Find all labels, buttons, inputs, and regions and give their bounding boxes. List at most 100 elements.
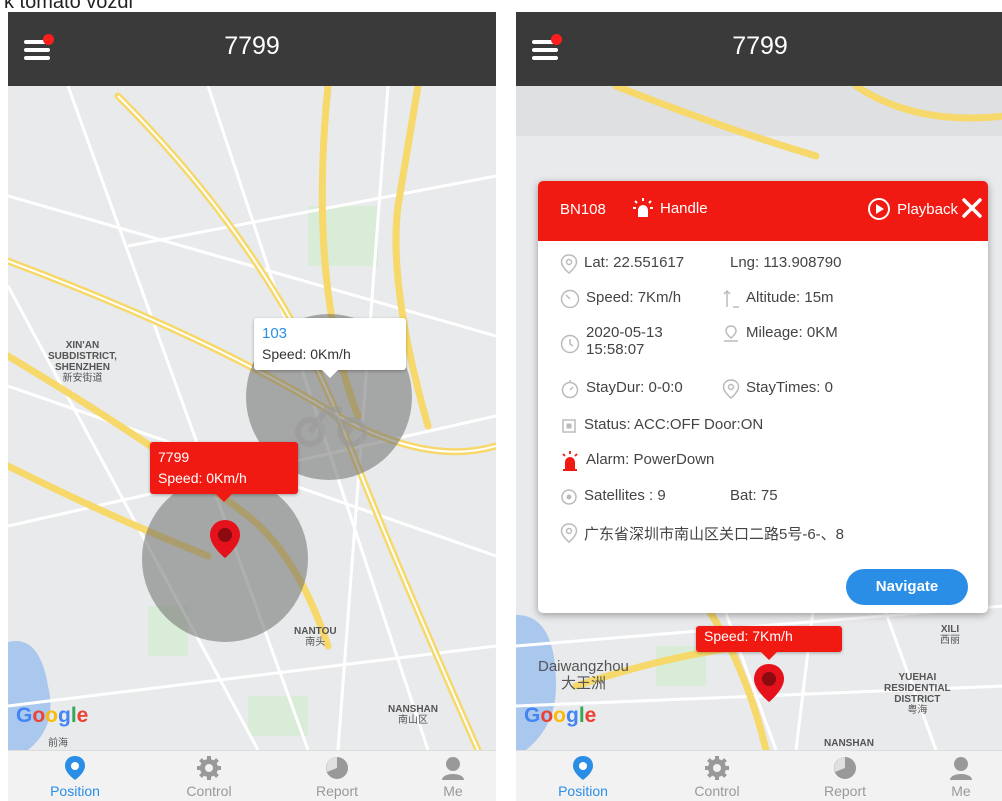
vehicle-name: 103 bbox=[262, 325, 288, 342]
place-text: NANTOU bbox=[294, 626, 337, 637]
nav-me[interactable]: Me bbox=[916, 755, 1002, 799]
staytimes-value: StayTimes: 0 bbox=[746, 379, 833, 396]
date-value: 2020-05-13 bbox=[586, 324, 663, 341]
battery-value: Bat: 75 bbox=[730, 487, 778, 504]
nav-report[interactable]: Report bbox=[800, 755, 890, 799]
nav-label: Me bbox=[951, 783, 971, 799]
vehicle-speed: Speed: 0Km/h bbox=[262, 346, 351, 362]
vehicle-popup-7799[interactable]: Speed: 7Km/h bbox=[696, 626, 842, 660]
pie-chart-icon bbox=[834, 757, 856, 779]
place-label-xinan: XIN'AN SUBDISTRICT, SHENZHEN 新安街道 bbox=[48, 340, 117, 384]
location-marker-icon[interactable] bbox=[208, 518, 242, 560]
playback-button[interactable]: Playback bbox=[867, 197, 958, 221]
time-value: 15:58:07 bbox=[586, 341, 645, 358]
mileage-value: Mileage: 0KM bbox=[746, 324, 838, 341]
navigate-button[interactable]: Navigate bbox=[846, 569, 968, 605]
altitude-icon bbox=[723, 289, 739, 308]
place-text: NANSHAN bbox=[824, 738, 874, 749]
info-battery: Bat: 75 bbox=[730, 487, 778, 504]
google-logo: Google bbox=[524, 704, 597, 727]
info-address: 广东省深圳市南山区关口二路5号-6-、8 bbox=[560, 523, 844, 544]
place-text: NANSHAN bbox=[388, 704, 438, 715]
vehicle-speed: Speed: 0Km/h bbox=[158, 470, 247, 486]
top-bar: 7799 bbox=[516, 12, 1002, 86]
location-pin-icon bbox=[560, 254, 578, 274]
satellites-value: Satellites : 9 bbox=[584, 487, 666, 504]
alarm-light-icon bbox=[562, 451, 578, 471]
left-phone-screen: 7799 XIN'AN SUBDISTRICT, SHENZHEN 新安街道 N… bbox=[8, 12, 496, 801]
info-staytimes: StayTimes: 0 bbox=[722, 379, 833, 399]
mileage-pin-icon bbox=[724, 325, 738, 342]
staydur-value: StayDur: 0-0:0 bbox=[586, 379, 683, 396]
place-text-cn: 前海 bbox=[48, 738, 68, 749]
device-name: BN108 bbox=[560, 201, 606, 218]
popup-header: BN108 Handle Playback bbox=[538, 181, 988, 241]
vehicle-speed: Speed: 7Km/h bbox=[704, 628, 793, 644]
info-status: Status: ACC:OFF Door:ON bbox=[560, 416, 763, 436]
alarm-light-icon bbox=[633, 198, 653, 217]
vehicle-name: 7799 bbox=[158, 449, 190, 465]
place-label-daiwangzhou: Daiwangzhou 大王洲 bbox=[538, 658, 629, 692]
bottom-navigation: Position Control Report Me bbox=[8, 750, 496, 801]
place-text-cn: 南头 bbox=[305, 637, 326, 648]
nav-control[interactable]: Control bbox=[164, 755, 254, 799]
nav-position[interactable]: Position bbox=[30, 755, 120, 799]
nav-label: Report bbox=[823, 783, 867, 799]
place-text-cn: 新安街道 bbox=[62, 373, 103, 384]
person-icon bbox=[442, 757, 464, 780]
altitude-value: Altitude: 15m bbox=[746, 289, 834, 306]
bottom-navigation: Position Control Report Me bbox=[516, 750, 1002, 801]
datetime-value: 2020-05-13 15:58:07 bbox=[586, 324, 663, 358]
address-value: 广东省深圳市南山区关口二路5号-6-、8 bbox=[584, 526, 845, 543]
info-speed: Speed: 7Km/h bbox=[560, 289, 681, 309]
place-text: YUEHAI bbox=[898, 672, 937, 683]
place-text: DISTRICT bbox=[894, 694, 941, 705]
place-text: Daiwangzhou bbox=[538, 658, 629, 675]
vehicle-popup-7799[interactable]: 7799 Speed: 0Km/h bbox=[150, 442, 298, 502]
location-pin-icon bbox=[560, 523, 578, 543]
nav-report[interactable]: Report bbox=[292, 755, 382, 799]
right-phone-screen: 7799 Daiwangzhou 大王洲 YUEHAI RESIDENTIAL … bbox=[516, 12, 1002, 801]
nav-label: Position bbox=[558, 783, 608, 799]
nav-label: Control bbox=[694, 783, 740, 799]
playback-label: Playback bbox=[897, 200, 958, 218]
nav-position[interactable]: Position bbox=[538, 755, 628, 799]
handle-button[interactable]: Handle bbox=[632, 197, 708, 219]
lng-value: Lng: 113.908790 bbox=[730, 254, 842, 271]
nav-label: Me bbox=[443, 783, 463, 799]
top-bar: 7799 bbox=[8, 12, 496, 86]
chip-icon bbox=[562, 419, 576, 433]
play-circle-icon bbox=[868, 198, 891, 220]
nav-control[interactable]: Control bbox=[672, 755, 762, 799]
satellite-icon bbox=[561, 489, 577, 505]
place-text-cn: 大王洲 bbox=[560, 675, 606, 692]
close-icon[interactable] bbox=[960, 196, 984, 220]
info-lng: Lng: 113.908790 bbox=[730, 254, 842, 271]
location-marker-icon[interactable] bbox=[752, 662, 786, 704]
nav-me[interactable]: Me bbox=[408, 755, 496, 799]
place-text: SUBDISTRICT, bbox=[48, 351, 117, 362]
clock-icon bbox=[560, 334, 580, 354]
place-label-nanshan: NANSHAN 南山区 bbox=[388, 704, 438, 726]
person-icon bbox=[950, 757, 972, 780]
google-logo: Google bbox=[16, 704, 89, 727]
page-title: 7799 bbox=[224, 32, 280, 60]
info-satellites: Satellites : 9 bbox=[560, 487, 666, 507]
info-mileage: Mileage: 0KM bbox=[722, 324, 838, 344]
nav-label: Position bbox=[50, 783, 100, 799]
device-info-popup: BN108 Handle Playback Lat: 22.551617 Lng… bbox=[538, 181, 988, 613]
place-text: RESIDENTIAL bbox=[884, 683, 951, 694]
page-title: 7799 bbox=[732, 32, 788, 60]
location-pin-icon bbox=[65, 756, 85, 780]
info-staydur: StayDur: 0-0:0 bbox=[560, 379, 683, 399]
map-view[interactable]: XIN'AN SUBDISTRICT, SHENZHEN 新安街道 NANTOU… bbox=[8, 86, 496, 750]
speed-value: Speed: 7Km/h bbox=[586, 289, 682, 306]
page: k tomato vozdi 7799 XIN'AN SUBDISTRICT, … bbox=[0, 0, 1002, 801]
vehicle-popup-103[interactable]: 103 Speed: 0Km/h bbox=[254, 318, 406, 378]
location-pin-icon bbox=[573, 756, 593, 780]
gear-icon bbox=[197, 756, 221, 780]
place-text: XILI bbox=[940, 624, 960, 635]
place-label-xili: XILI 西丽 bbox=[940, 624, 960, 646]
place-text-cn: 粤海 bbox=[907, 705, 928, 716]
info-datetime: 2020-05-13 15:58:07 bbox=[560, 324, 663, 358]
